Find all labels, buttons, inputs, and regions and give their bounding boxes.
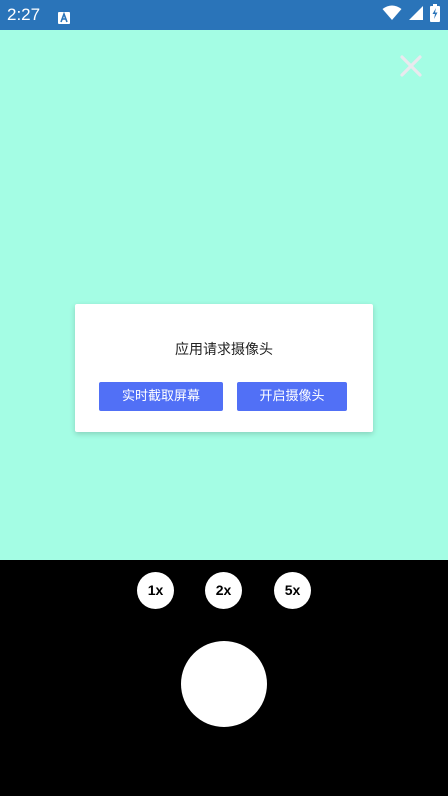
cell-signal-icon <box>408 5 424 25</box>
open-camera-button[interactable]: 开启摄像头 <box>237 382 347 411</box>
camera-controls: 1x 2x 5x <box>0 560 448 796</box>
status-icons <box>382 4 440 26</box>
status-bar: 2:27 <box>0 0 448 30</box>
zoom-5x-button[interactable]: 5x <box>274 572 311 609</box>
screen-capture-button[interactable]: 实时截取屏幕 <box>99 382 223 411</box>
wifi-icon <box>382 5 402 25</box>
shutter-button[interactable] <box>181 641 267 727</box>
zoom-2x-button[interactable]: 2x <box>205 572 242 609</box>
dialog-title: 应用请求摄像头 <box>175 342 273 358</box>
zoom-1x-button[interactable]: 1x <box>137 572 174 609</box>
battery-charging-icon <box>430 4 440 26</box>
status-time: 2:27 <box>7 5 41 24</box>
camera-request-dialog: 应用请求摄像头 实时截取屏幕 开启摄像头 <box>75 304 373 432</box>
close-icon <box>400 55 422 77</box>
close-button[interactable] <box>398 53 424 79</box>
a-notification-icon <box>58 9 70 24</box>
camera-preview <box>0 30 448 560</box>
